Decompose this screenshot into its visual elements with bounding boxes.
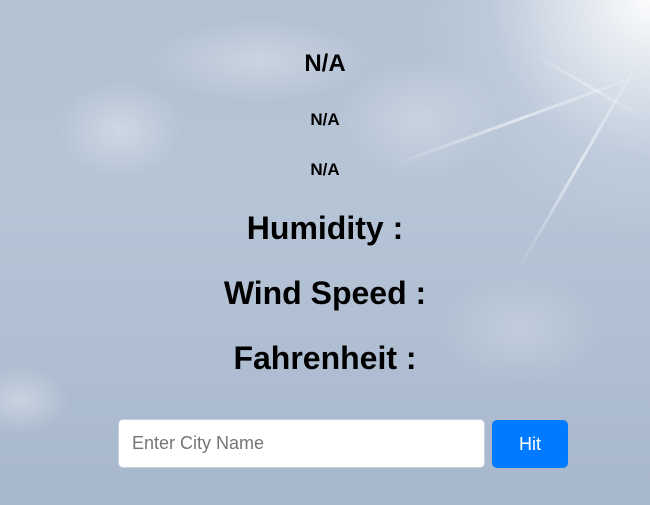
city-name: N/A	[304, 50, 346, 77]
fahrenheit-label: Fahrenheit :	[233, 340, 417, 376]
weather-description: N/A	[310, 160, 340, 179]
search-form: Hit	[118, 419, 568, 468]
temperature-value: N/A	[310, 110, 340, 129]
hit-button[interactable]: Hit	[492, 420, 568, 468]
wind-speed-label: Wind Speed :	[223, 275, 427, 311]
city-search-input[interactable]	[118, 419, 485, 468]
humidity-label: Humidity :	[246, 210, 404, 246]
